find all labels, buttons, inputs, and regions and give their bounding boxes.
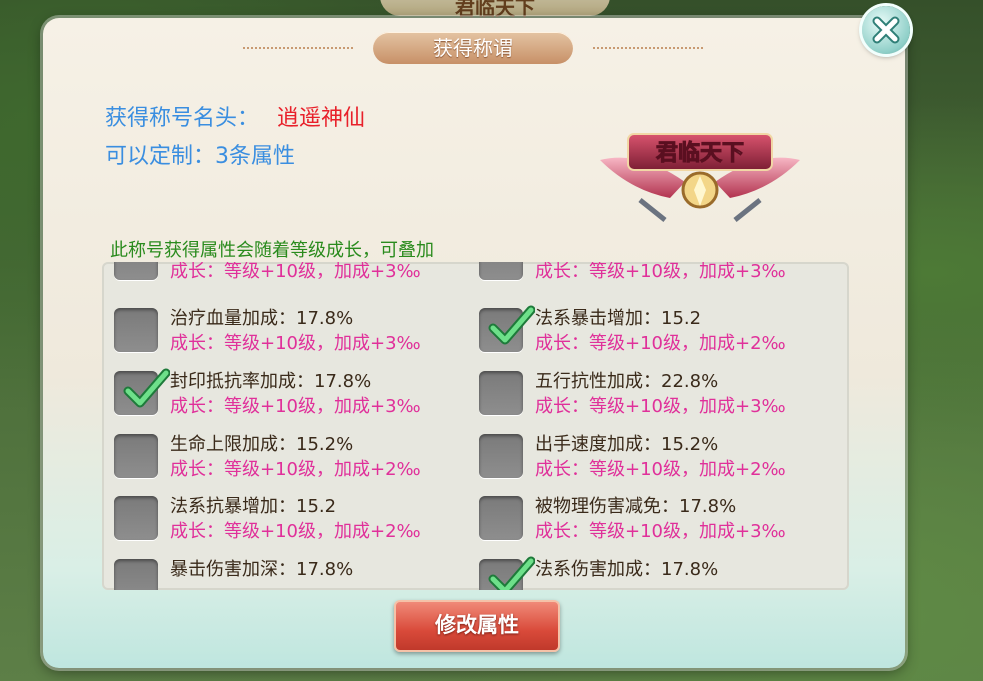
title-emblem: 君临天下 (600, 133, 800, 222)
attribute-checkbox[interactable] (479, 305, 535, 352)
close-button[interactable] (862, 6, 910, 54)
attribute-item[interactable]: 出手速度加成：15.2% 成长：等级+10级，加成+2‰ (467, 426, 827, 484)
attribute-name: 五行抗性加成：22.8% (535, 371, 719, 392)
attribute-checkbox[interactable] (479, 434, 523, 478)
attribute-growth: 成长：等级+10级，加成+2‰ (535, 333, 786, 354)
dialog-header: 获得称谓 (243, 30, 703, 66)
attribute-name: 法系暴击增加：15.2 (535, 308, 702, 329)
emblem-right-sword (733, 198, 762, 222)
attribute-checkbox[interactable] (479, 371, 523, 415)
attribute-growth: 成长：等级+10级，加成+2‰ (170, 521, 421, 542)
attribute-growth: 成长：等级+10级，加成+3‰ (170, 262, 421, 282)
emblem-text: 君临天下 (656, 140, 744, 166)
check-icon (488, 556, 535, 590)
attribute-growth: 成长：等级+10级，加成+3‰ (170, 333, 421, 354)
attribute-checkbox[interactable] (114, 434, 158, 478)
attribute-item[interactable]: 成长：等级+10级，加成+3‰ (467, 262, 827, 286)
emblem-left-sword (638, 198, 667, 222)
attribute-checkbox[interactable] (114, 496, 158, 540)
attribute-item[interactable]: 被物理伤害减免：17.8% 成长：等级+10级，加成+3‰ (467, 488, 827, 546)
custom-attribute-count: 可以定制：3条属性 (105, 144, 295, 169)
attribute-name: 暴击伤害加深：17.8% (170, 559, 354, 580)
title-name-row: 获得称号名头： 逍遥神仙 (105, 100, 365, 132)
attribute-checkbox[interactable] (114, 368, 170, 415)
attribute-item[interactable]: 法系伤害加成：17.8% (467, 551, 827, 590)
attribute-growth: 成长：等级+10级，加成+3‰ (535, 396, 786, 417)
attribute-growth: 成长：等级+10级，加成+3‰ (535, 262, 786, 282)
close-icon (872, 16, 900, 44)
dialog-title: 获得称谓 (373, 32, 573, 64)
attribute-item[interactable]: 成长：等级+10级，加成+3‰ (102, 262, 462, 286)
check-icon (488, 305, 535, 345)
attribute-checkbox[interactable] (479, 262, 523, 280)
attribute-item[interactable]: 法系暴击增加：15.2 成长：等级+10级，加成+2‰ (467, 300, 827, 358)
attribute-growth: 成长：等级+10级，加成+2‰ (170, 459, 421, 480)
attribute-item[interactable]: 法系抗暴增加：15.2 成长：等级+10级，加成+2‰ (102, 488, 462, 546)
attribute-checkbox[interactable] (114, 308, 158, 352)
attribute-growth: 成长：等级+10级，加成+2‰ (535, 459, 786, 480)
attribute-item[interactable]: 治疗血量加成：17.8% 成长：等级+10级，加成+3‰ (102, 300, 462, 358)
attribute-item[interactable]: 封印抵抗率加成：17.8% 成长：等级+10级，加成+3‰ (102, 363, 462, 421)
attribute-name: 出手速度加成：15.2% (535, 434, 719, 455)
attribute-checkbox[interactable] (114, 262, 158, 280)
check-icon (123, 368, 170, 408)
attribute-name: 法系抗暴增加：15.2 (170, 496, 337, 517)
attribute-checkbox[interactable] (479, 496, 523, 540)
title-divider-left (243, 47, 353, 51)
title-name-value: 逍遥神仙 (277, 106, 366, 131)
title-divider-right (593, 47, 703, 51)
title-name-label: 获得称号名头： (105, 106, 260, 131)
attribute-checkbox[interactable] (114, 559, 158, 590)
attribute-item[interactable]: 五行抗性加成：22.8% 成长：等级+10级，加成+3‰ (467, 363, 827, 421)
growth-hint: 此称号获得属性会随着等级成长，可叠加 (110, 240, 434, 261)
attribute-name: 治疗血量加成：17.8% (170, 308, 354, 329)
attribute-list[interactable]: 成长：等级+10级，加成+3‰ 成长：等级+10级，加成+3‰ 治疗血量加成：1… (102, 262, 849, 590)
modify-attributes-button[interactable]: 修改属性 (394, 600, 560, 652)
attribute-item[interactable]: 生命上限加成：15.2% 成长：等级+10级，加成+2‰ (102, 426, 462, 484)
attribute-growth: 成长：等级+10级，加成+3‰ (535, 521, 786, 542)
attribute-item[interactable]: 暴击伤害加深：17.8% (102, 551, 462, 590)
background-banner: 君临天下 (380, 0, 610, 20)
attribute-name: 封印抵抗率加成：17.8% (170, 371, 372, 392)
attribute-checkbox[interactable] (479, 556, 535, 590)
attribute-growth: 成长：等级+10级，加成+3‰ (170, 396, 421, 417)
attribute-name: 法系伤害加成：17.8% (535, 559, 719, 580)
attribute-name: 生命上限加成：15.2% (170, 434, 354, 455)
attribute-name: 被物理伤害减免：17.8% (535, 496, 737, 517)
